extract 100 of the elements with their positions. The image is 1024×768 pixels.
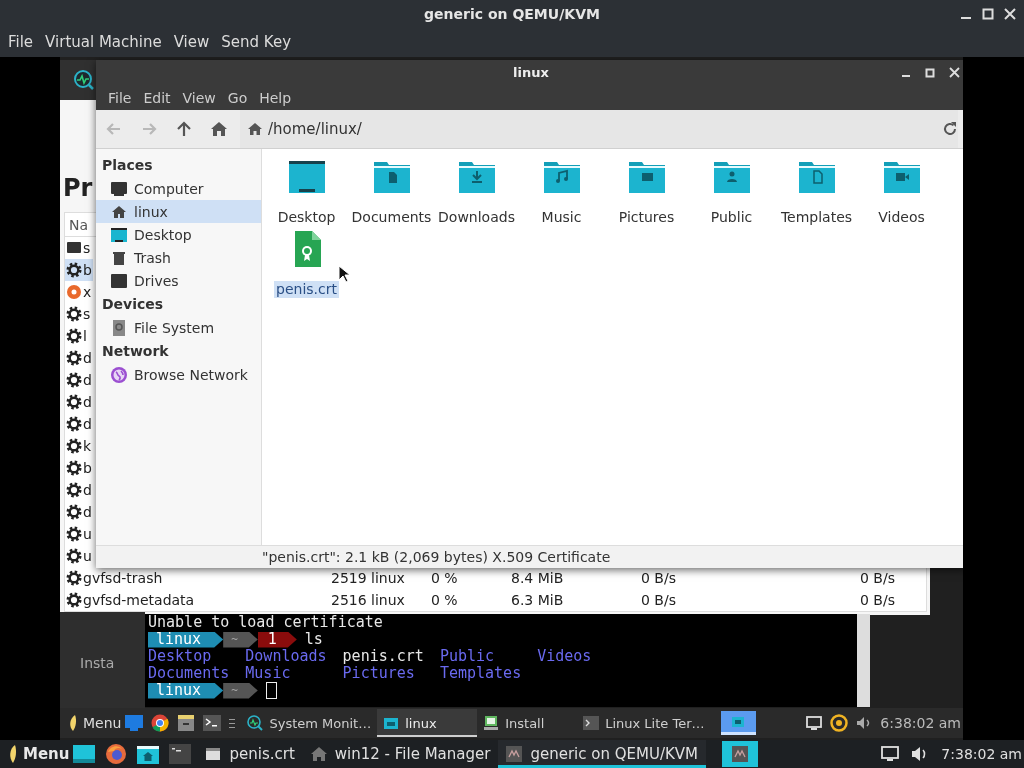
templates-folder-icon[interactable] [798, 159, 835, 195]
update-icon[interactable] [830, 714, 849, 732]
taskbar-button[interactable]: generic on QEMU/KVM [498, 740, 706, 768]
window-title: linux [513, 65, 549, 80]
window-thumbnail-icon [732, 716, 744, 727]
mouse-pointer-icon [338, 265, 350, 283]
clock[interactable]: 7:38:02 am [941, 746, 1022, 762]
file-name[interactable]: Videos [876, 209, 927, 226]
file-name[interactable]: Desktop [275, 209, 338, 226]
menu-item[interactable]: Virtual Machine [39, 33, 168, 51]
display-icon[interactable] [881, 746, 900, 762]
table-row[interactable]: u [65, 523, 93, 545]
table-row[interactable]: k [65, 435, 93, 457]
clock[interactable]: 6:38:02 am [880, 715, 961, 731]
table-cell: d [83, 372, 92, 388]
prompt-directory-segment: ~ [223, 631, 258, 648]
sidebar-item[interactable]: File System [96, 316, 261, 339]
downloads-folder-icon[interactable] [458, 159, 495, 195]
menu-button[interactable]: Menu [0, 740, 74, 768]
videos-folder-icon[interactable] [883, 159, 920, 195]
close-icon[interactable] [949, 67, 960, 78]
table-row[interactable]: d [65, 369, 93, 391]
workspace-switcher[interactable] [722, 741, 758, 767]
sidebar-item[interactable]: Computer [96, 177, 261, 200]
file-name[interactable]: Public [708, 209, 755, 226]
close-icon[interactable] [1004, 7, 1016, 20]
table-cell-text: 0 B/s [859, 592, 895, 608]
table-row[interactable]: u [65, 545, 93, 567]
folder-icon [383, 715, 400, 731]
firefox-icon[interactable] [105, 743, 128, 765]
file-name[interactable]: Templates [778, 209, 855, 226]
section-heading: Devices [101, 295, 165, 314]
file-name[interactable]: Documents [349, 209, 434, 226]
documents-folder-icon[interactable] [373, 159, 410, 195]
music-folder-icon[interactable] [543, 159, 580, 195]
menu-item[interactable]: File [2, 33, 40, 51]
menu-item[interactable]: Go [221, 89, 254, 106]
workspace-switcher[interactable] [720, 711, 756, 735]
table-row[interactable]: d [65, 347, 93, 369]
display-icon[interactable] [806, 716, 823, 730]
table-row[interactable]: s [65, 303, 93, 325]
menu-item[interactable]: File [102, 89, 138, 106]
table-row[interactable]: gvfsd-metadata 2516 linux 0 % 6.3 MiB 0 B/s 0 B/s [65, 589, 926, 611]
menu-item[interactable]: Send Key [215, 33, 298, 51]
table-row[interactable]: d [65, 413, 93, 435]
window-label: Insta [80, 655, 115, 671]
table-row[interactable]: b [65, 457, 93, 479]
path-bar[interactable]: /home/linux/ [240, 110, 958, 148]
home-folder-icon[interactable] [137, 744, 160, 764]
menu-item[interactable]: View [176, 89, 222, 106]
column-header[interactable]: Na [69, 216, 89, 233]
screen-icon[interactable] [73, 745, 96, 763]
table-cell: d [83, 394, 92, 410]
table-row[interactable]: d [65, 391, 93, 413]
home-icon[interactable] [209, 120, 228, 138]
taskbar-button[interactable]: System Monit… [241, 709, 378, 737]
taskbar-button[interactable]: Install [477, 709, 578, 737]
table-row[interactable]: s [65, 237, 93, 259]
maximize-icon[interactable] [925, 67, 935, 78]
menu-item[interactable]: Edit [137, 89, 177, 106]
table-row[interactable]: gvfsd-trash 2519 linux 0 % 8.4 MiB 0 B/s 0 B/s [65, 567, 926, 589]
menu-button[interactable]: Menu [60, 709, 126, 737]
desktop-icon [110, 225, 128, 244]
table-cell: u [83, 548, 92, 564]
file-name[interactable]: Downloads [436, 209, 517, 226]
table-row[interactable]: d [65, 501, 93, 523]
reload-icon[interactable] [942, 121, 958, 137]
menu-item[interactable]: View [167, 33, 216, 51]
table-cell: d [83, 482, 92, 498]
table-row[interactable]: l [65, 325, 93, 347]
file-name[interactable]: penis.crt [274, 281, 339, 298]
table-cell: x [83, 284, 92, 300]
table-row[interactable]: x [65, 281, 93, 303]
file-name[interactable]: Music [539, 209, 584, 226]
sidebar-item[interactable]: Desktop [96, 223, 261, 246]
terminal-icon[interactable] [203, 715, 222, 731]
taskbar-button[interactable]: win12 - File Manager [302, 740, 499, 768]
taskbar-button[interactable]: linux [377, 709, 478, 737]
sidebar-item[interactable]: Drives [96, 269, 261, 292]
table-cell: d [83, 416, 92, 432]
file-name[interactable]: Pictures [616, 209, 677, 226]
desktop-icon[interactable] [288, 159, 325, 195]
table-row[interactable]: b [65, 259, 93, 281]
taskbar-button[interactable]: penis.crt [197, 740, 303, 768]
browser-icon[interactable] [151, 714, 170, 732]
maximize-icon[interactable] [982, 7, 994, 20]
sidebar-item[interactable]: linux [96, 200, 261, 223]
terminal-entry: Videos [537, 648, 593, 665]
taskbar-button[interactable]: Linux Lite Ter… [577, 709, 711, 737]
sidebar-item[interactable]: Browse Network [96, 363, 261, 386]
menu-item[interactable]: Help [253, 89, 298, 106]
cabinet-icon[interactable] [177, 714, 196, 732]
sidebar-item[interactable]: Trash [96, 246, 261, 269]
pictures-folder-icon[interactable] [628, 159, 665, 195]
table-cell: b [83, 262, 92, 278]
table-row[interactable]: d [65, 479, 93, 501]
public-folder-icon[interactable] [713, 159, 750, 195]
screen-icon[interactable] [125, 715, 144, 731]
section-heading: Network [101, 342, 170, 361]
scrollbar[interactable] [857, 614, 870, 707]
